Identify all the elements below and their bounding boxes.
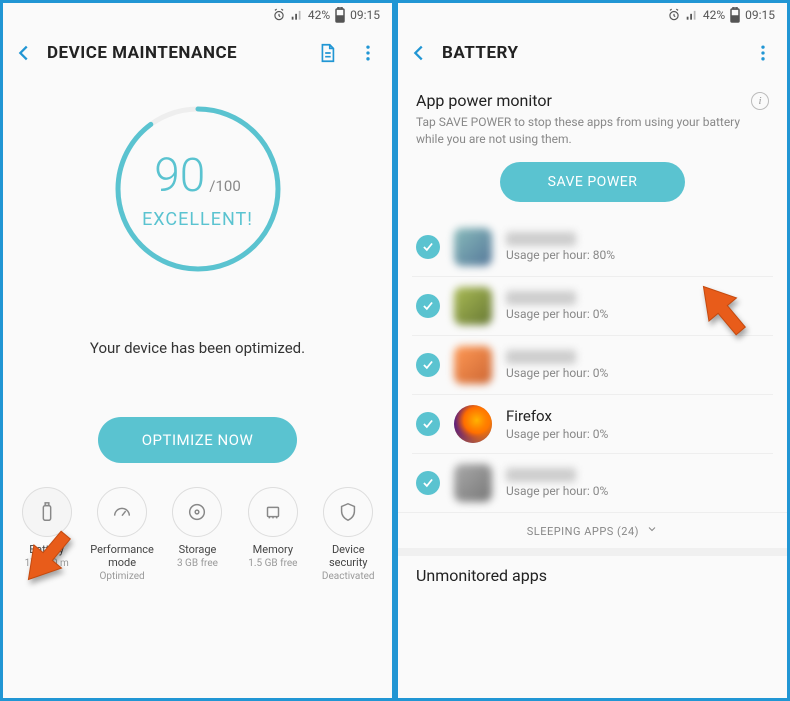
checkbox-icon[interactable] (416, 294, 440, 318)
chevron-down-icon (646, 523, 658, 538)
app-row[interactable]: Usage per hour: 80% (412, 218, 773, 277)
checkbox-icon[interactable] (416, 353, 440, 377)
battery-tile[interactable]: Battery 17 h 10 m (12, 487, 82, 582)
save-power-button[interactable]: SAVE POWER (500, 162, 686, 202)
app-name: Firefox (506, 407, 769, 425)
section-title: App power monitor (416, 91, 552, 110)
score-section: 90 /100 EXCELLENT! Your device has been … (3, 79, 392, 463)
battery-pct: 42% (308, 8, 330, 22)
app-list: Usage per hour: 80% Usage per hour: 0% U… (398, 218, 787, 512)
info-icon[interactable]: i (751, 92, 769, 110)
app-icon (454, 464, 492, 502)
category-row: Battery 17 h 10 m Performance mode Optim… (3, 487, 392, 592)
app-name (506, 350, 576, 364)
signal-icon (290, 8, 304, 22)
score-label: EXCELLENT! (142, 209, 253, 230)
optimized-message: Your device has been optimized. (90, 339, 305, 357)
status-bar: 42% 09:15 (398, 3, 787, 27)
checkbox-icon[interactable] (416, 235, 440, 259)
tile-sub: 3 GB free (177, 558, 218, 569)
optimize-now-button[interactable]: OPTIMIZE NOW (98, 417, 298, 463)
storage-tile[interactable]: Storage 3 GB free (162, 487, 232, 582)
tile-sub: Deactivated (322, 571, 375, 582)
performance-tile[interactable]: Performance mode Optimized (87, 487, 157, 582)
app-row[interactable]: Usage per hour: 0% (412, 277, 773, 336)
back-button[interactable] (13, 42, 35, 64)
back-button[interactable] (408, 42, 430, 64)
battery-pct: 42% (703, 8, 725, 22)
app-usage: Usage per hour: 0% (506, 307, 769, 321)
status-bar: 42% 09:15 (3, 3, 392, 27)
app-row[interactable]: Firefox Usage per hour: 0% (412, 395, 773, 454)
sleeping-apps-button[interactable]: SLEEPING APPS (24) (398, 512, 787, 548)
section-description: Tap SAVE POWER to stop these apps from u… (416, 114, 769, 148)
clock-time: 09:15 (745, 8, 775, 22)
app-bar: DEVICE MAINTENANCE (3, 27, 392, 79)
alarm-icon (272, 8, 286, 22)
app-bar: BATTERY (398, 27, 787, 79)
app-icon (454, 287, 492, 325)
memory-tile[interactable]: Memory 1.5 GB free (238, 487, 308, 582)
alarm-icon (667, 8, 681, 22)
sleeping-apps-label: SLEEPING APPS (24) (527, 525, 639, 538)
page-title: DEVICE MAINTENANCE (47, 43, 300, 63)
more-icon[interactable] (749, 39, 777, 67)
app-usage: Usage per hour: 0% (506, 484, 769, 498)
checkbox-icon[interactable] (416, 412, 440, 436)
firefox-icon (454, 405, 492, 443)
tile-sub: 17 h 10 m (25, 558, 69, 569)
app-row[interactable]: Usage per hour: 0% (412, 336, 773, 395)
app-name (506, 468, 576, 482)
tile-label: Performance mode (87, 543, 157, 569)
score-ring: 90 /100 EXCELLENT! (108, 99, 288, 279)
app-usage: Usage per hour: 0% (506, 366, 769, 380)
page-title: BATTERY (442, 43, 737, 63)
battery-screen: 42% 09:15 BATTERY App power monitor i Ta… (395, 0, 790, 701)
score-value: 90 (154, 149, 205, 203)
unmonitored-apps-section[interactable]: Unmonitored apps (398, 548, 787, 595)
device-maintenance-screen: 42% 09:15 DEVICE MAINTENANCE 90 /100 EXC… (0, 0, 395, 701)
app-usage: Usage per hour: 0% (506, 427, 769, 441)
tile-sub: 1.5 GB free (248, 558, 297, 569)
tile-sub: Optimized (99, 571, 144, 582)
app-icon (454, 346, 492, 384)
security-tile[interactable]: Device security Deactivated (313, 487, 383, 582)
tile-label: Battery (29, 543, 64, 556)
checkbox-icon[interactable] (416, 471, 440, 495)
app-icon (454, 228, 492, 266)
app-row[interactable]: Usage per hour: 0% (412, 454, 773, 512)
app-name (506, 232, 576, 246)
score-max: /100 (209, 177, 240, 195)
tile-label: Storage (179, 543, 217, 556)
app-name (506, 291, 576, 305)
app-usage: Usage per hour: 80% (506, 248, 769, 262)
more-icon[interactable] (354, 39, 382, 67)
tile-label: Device security (313, 543, 383, 569)
document-icon[interactable] (312, 38, 342, 68)
app-power-monitor-section: App power monitor i Tap SAVE POWER to st… (398, 79, 787, 218)
battery-icon (334, 7, 346, 23)
clock-time: 09:15 (350, 8, 380, 22)
signal-icon (685, 8, 699, 22)
battery-icon (729, 7, 741, 23)
tile-label: Memory (253, 543, 293, 556)
